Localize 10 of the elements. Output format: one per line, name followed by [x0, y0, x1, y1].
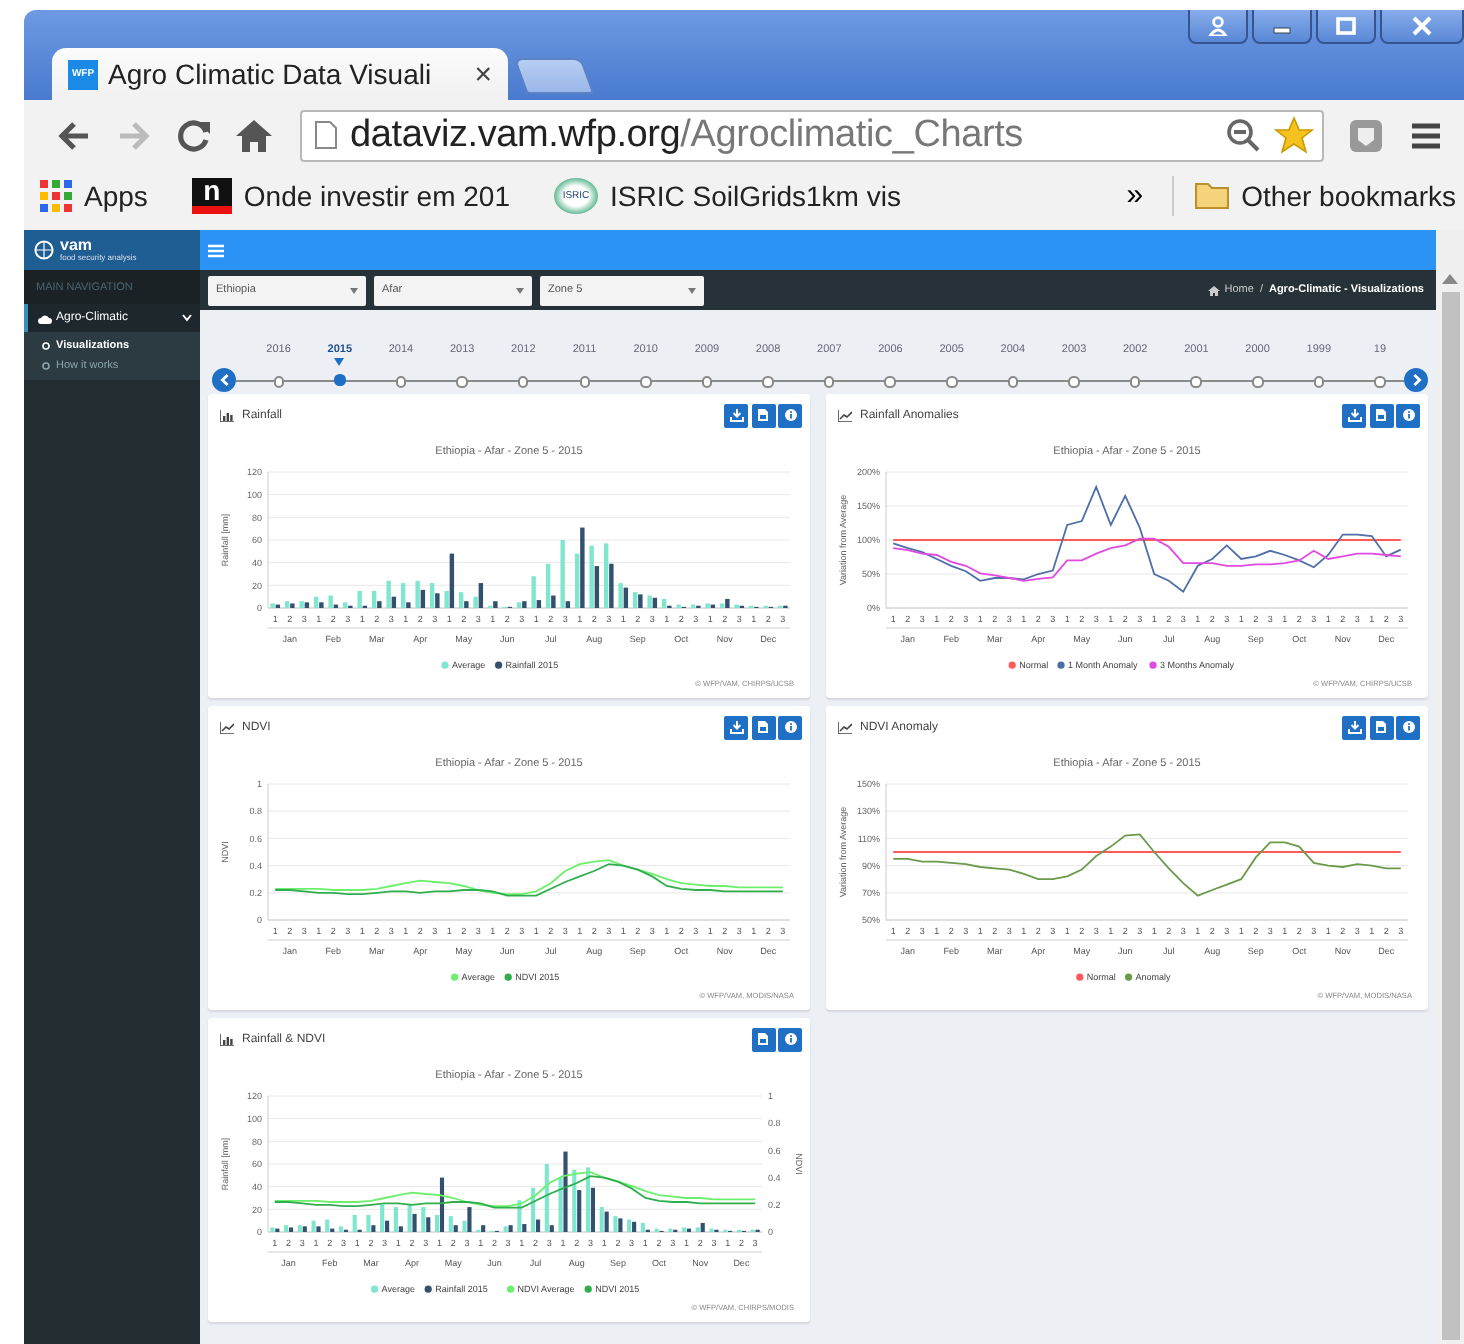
tab-close-button[interactable]: ×: [474, 57, 492, 91]
other-bookmarks[interactable]: Other bookmarks: [1193, 179, 1456, 211]
logo-text: vam: [60, 238, 95, 254]
bookmark[interactable]: n Onde investir em 201: [191, 177, 510, 213]
site-logo: n: [191, 177, 232, 213]
url-text: dataviz.vam.wfp.org/Agroclimatic_Charts: [350, 113, 1025, 157]
bookmark[interactable]: Apps: [40, 179, 148, 211]
more-bookmarks-button[interactable]: »: [1126, 178, 1144, 212]
address-bar[interactable]: dataviz.vam.wfp.org/Agroclimatic_Charts: [300, 109, 1324, 161]
tab-title: Agro Climatic Data Visuali: [108, 58, 434, 90]
